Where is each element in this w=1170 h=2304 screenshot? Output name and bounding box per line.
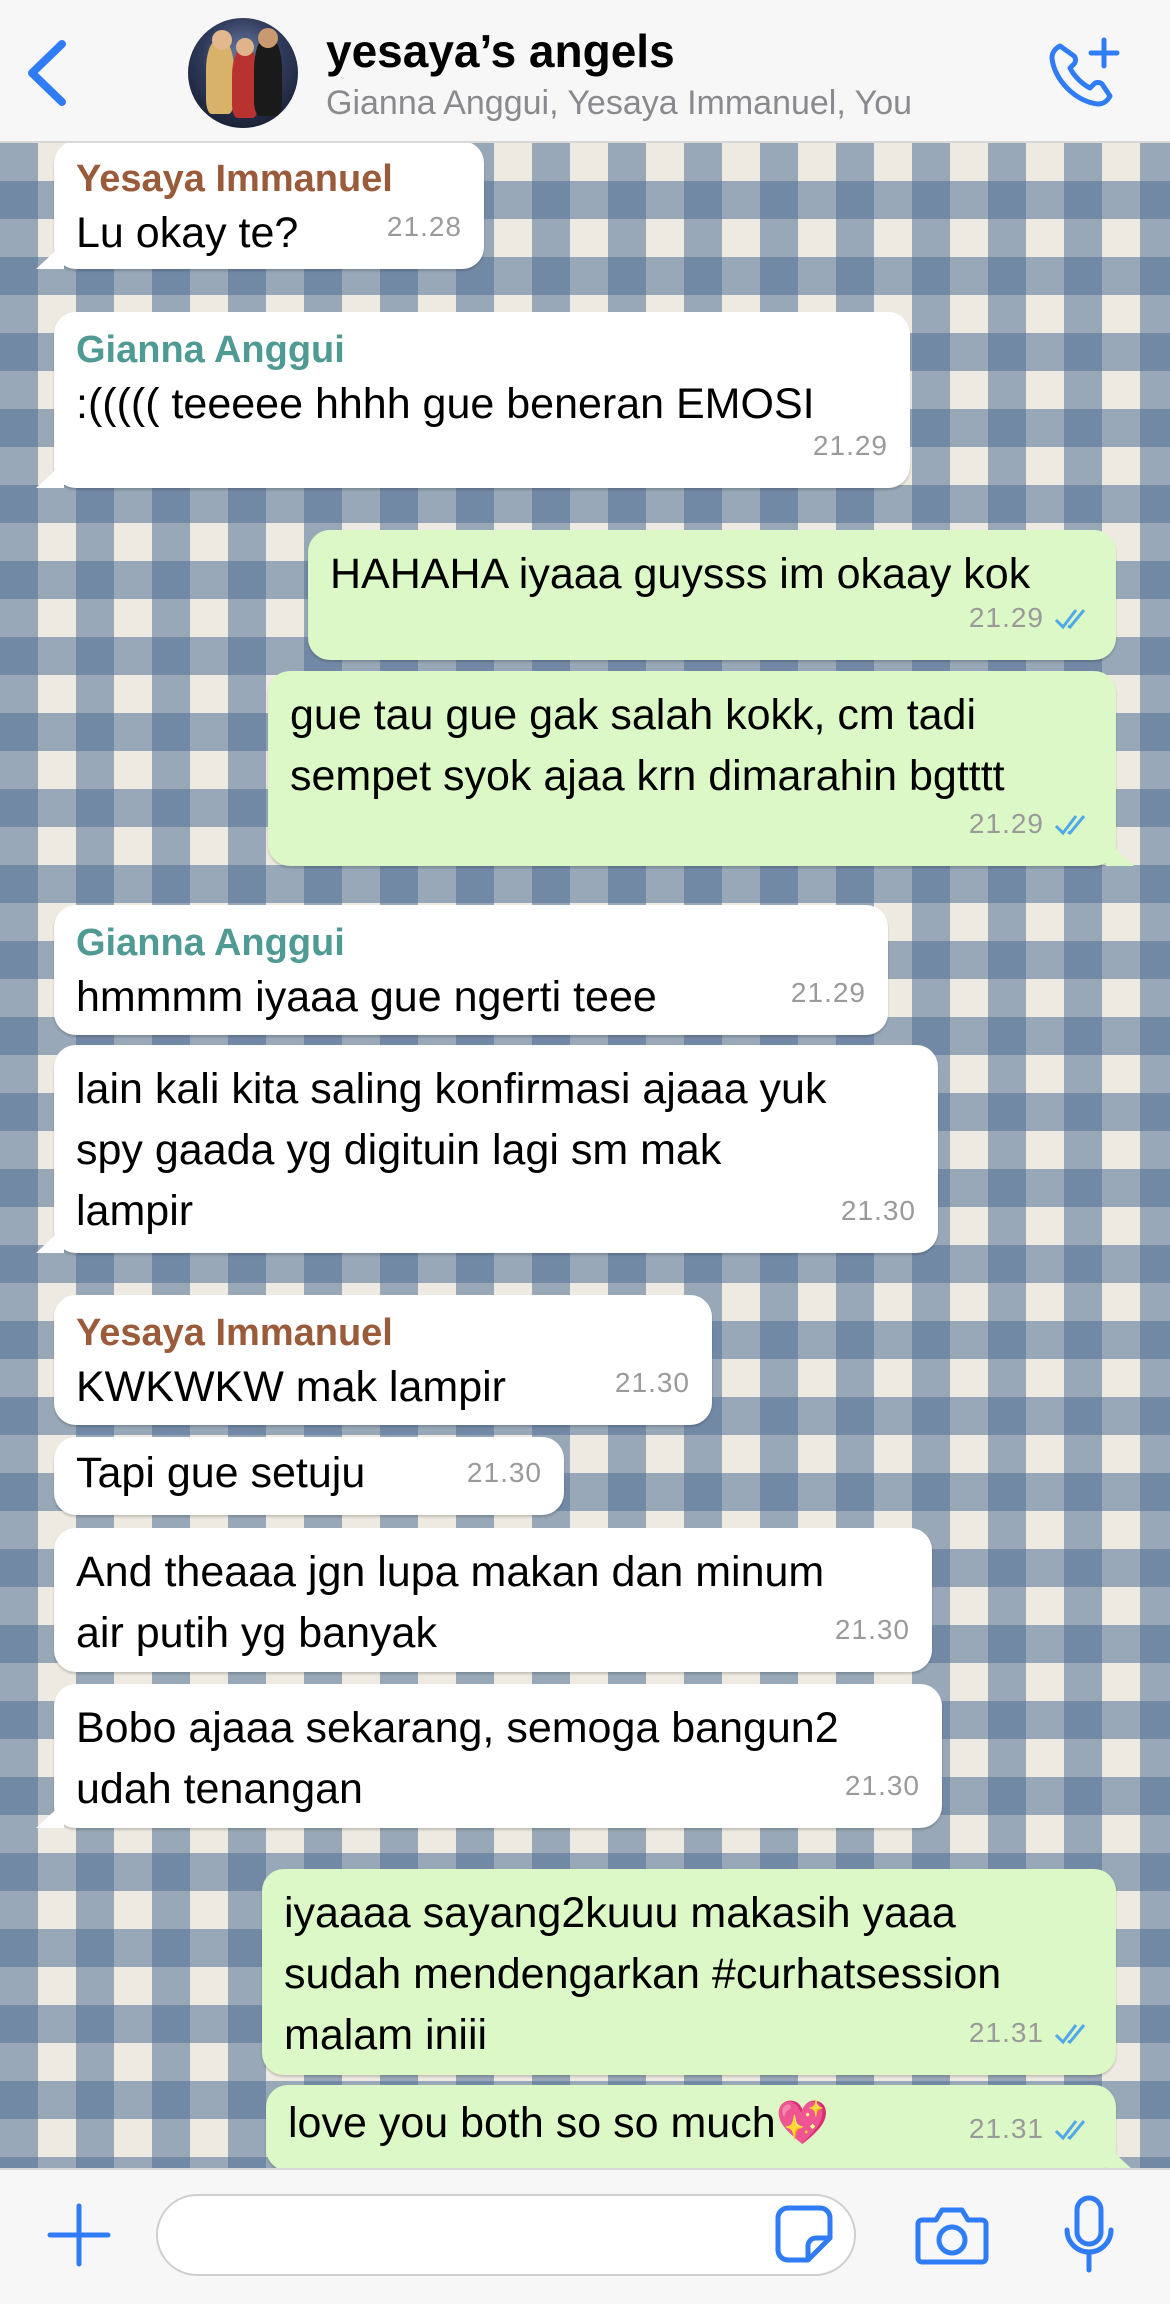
message-bubble[interactable]: Yesaya Immanuel Lu okay te? 21.28	[36, 143, 484, 269]
message-bubble[interactable]: Tapi gue setuju 21.30	[54, 1437, 564, 1515]
message-meta: 21.30	[467, 1442, 542, 1503]
message-meta: 21.29	[791, 962, 866, 1023]
read-receipt-icon	[1054, 814, 1086, 835]
message-time: 21.30	[844, 1770, 920, 1801]
sticker-button[interactable]	[772, 2202, 836, 2266]
read-receipt-icon	[1054, 2119, 1086, 2140]
message-time: 21.28	[386, 211, 462, 242]
message-list[interactable]: Yesaya Immanuel Lu okay te? 21.28 Gianna…	[0, 143, 1170, 2168]
message-input[interactable]	[156, 2194, 856, 2276]
add-call-button[interactable]	[1046, 36, 1122, 112]
message-meta: 21.29	[969, 793, 1094, 854]
message-time: 21.30	[834, 1614, 910, 1645]
message-time: 21.30	[466, 1457, 542, 1488]
composer-bar	[0, 2168, 1170, 2304]
message-text: lain kali kita saling konfirmasi ajaaa y…	[76, 1065, 827, 1235]
message-time: 21.30	[614, 1367, 690, 1398]
message-meta: 21.29	[969, 587, 1094, 648]
message-time: 21.29	[968, 808, 1044, 839]
sender-name: Gianna Anggui	[76, 329, 345, 371]
message-text: And theaaa jgn lupa makan dan minum air …	[76, 1548, 825, 1657]
message-time: 21.29	[968, 602, 1044, 633]
message-time: 21.29	[790, 977, 866, 1008]
sender-name: Gianna Anggui	[76, 922, 345, 964]
message-meta: 21.31	[969, 2002, 1094, 2063]
chat-participants[interactable]: Gianna Anggui, Yesaya Immanuel, You	[326, 84, 912, 123]
message-bubble[interactable]: iyaaaa sayang2kuuu makasih yaaa sudah me…	[262, 1869, 1116, 2075]
message-bubble[interactable]: gue tau gue gak salah kokk, cm tadi semp…	[268, 671, 1134, 866]
read-receipt-icon	[1054, 608, 1086, 629]
phone-plus-icon	[1049, 37, 1120, 107]
message-text: hmmmm iyaaa gue ngerti teee	[76, 973, 657, 1021]
message-bubble[interactable]: Gianna Anggui :((((( teeeee hhhh gue ben…	[36, 312, 910, 488]
chat-header: yesaya’s angels Gianna Anggui, Yesaya Im…	[0, 0, 1170, 143]
message-time: 21.31	[968, 2113, 1044, 2144]
plus-icon	[47, 2203, 111, 2267]
read-receipt-icon	[1054, 2023, 1086, 2044]
sender-name: Yesaya Immanuel	[76, 1312, 393, 1354]
message-text: gue tau gue gak salah kokk, cm tadi semp…	[290, 691, 1005, 800]
message-bubble[interactable]: HAHAHA iyaaa guysss im okaay kok 21.29	[308, 530, 1116, 660]
microphone-icon	[1064, 2195, 1114, 2273]
microphone-button[interactable]	[1062, 2194, 1116, 2278]
back-button[interactable]	[22, 38, 72, 108]
message-meta: 21.29	[813, 415, 888, 476]
message-time: 21.29	[812, 430, 888, 461]
message-bubble[interactable]: love you both so so much💖 21.31	[266, 2085, 1134, 2168]
group-avatar[interactable]	[188, 18, 298, 128]
message-meta: 21.30	[615, 1352, 690, 1413]
attach-button[interactable]	[44, 2200, 114, 2270]
message-bubble[interactable]: Bobo ajaaa sekarang, semoga bangun2 udah…	[36, 1684, 942, 1828]
message-bubble[interactable]: Yesaya Immanuel KWKWKW mak lampir 21.30	[54, 1295, 712, 1425]
message-meta: 21.28	[387, 196, 462, 257]
message-time: 21.31	[968, 2017, 1044, 2048]
message-meta: 21.30	[841, 1180, 916, 1241]
message-meta: 21.30	[835, 1599, 910, 1660]
message-bubble[interactable]: Gianna Anggui hmmmm iyaaa gue ngerti tee…	[54, 905, 888, 1035]
message-time: 21.30	[840, 1195, 916, 1226]
camera-icon	[915, 2207, 989, 2265]
message-meta: 21.30	[845, 1755, 920, 1816]
sticker-icon	[775, 2205, 833, 2263]
message-text: Bobo ajaaa sekarang, semoga bangun2 udah…	[76, 1704, 839, 1813]
chevron-left-icon	[28, 40, 66, 106]
message-bubble[interactable]: lain kali kita saling konfirmasi ajaaa y…	[36, 1045, 938, 1253]
message-bubble[interactable]: And theaaa jgn lupa makan dan minum air …	[54, 1528, 932, 1672]
chat-title[interactable]: yesaya’s angels	[326, 24, 675, 78]
message-text: KWKWKW mak lampir	[76, 1363, 506, 1411]
message-meta: 21.31	[969, 2098, 1094, 2159]
message-text: :((((( teeeee hhhh gue beneran EMOSI	[76, 380, 815, 428]
camera-button[interactable]	[914, 2200, 990, 2270]
